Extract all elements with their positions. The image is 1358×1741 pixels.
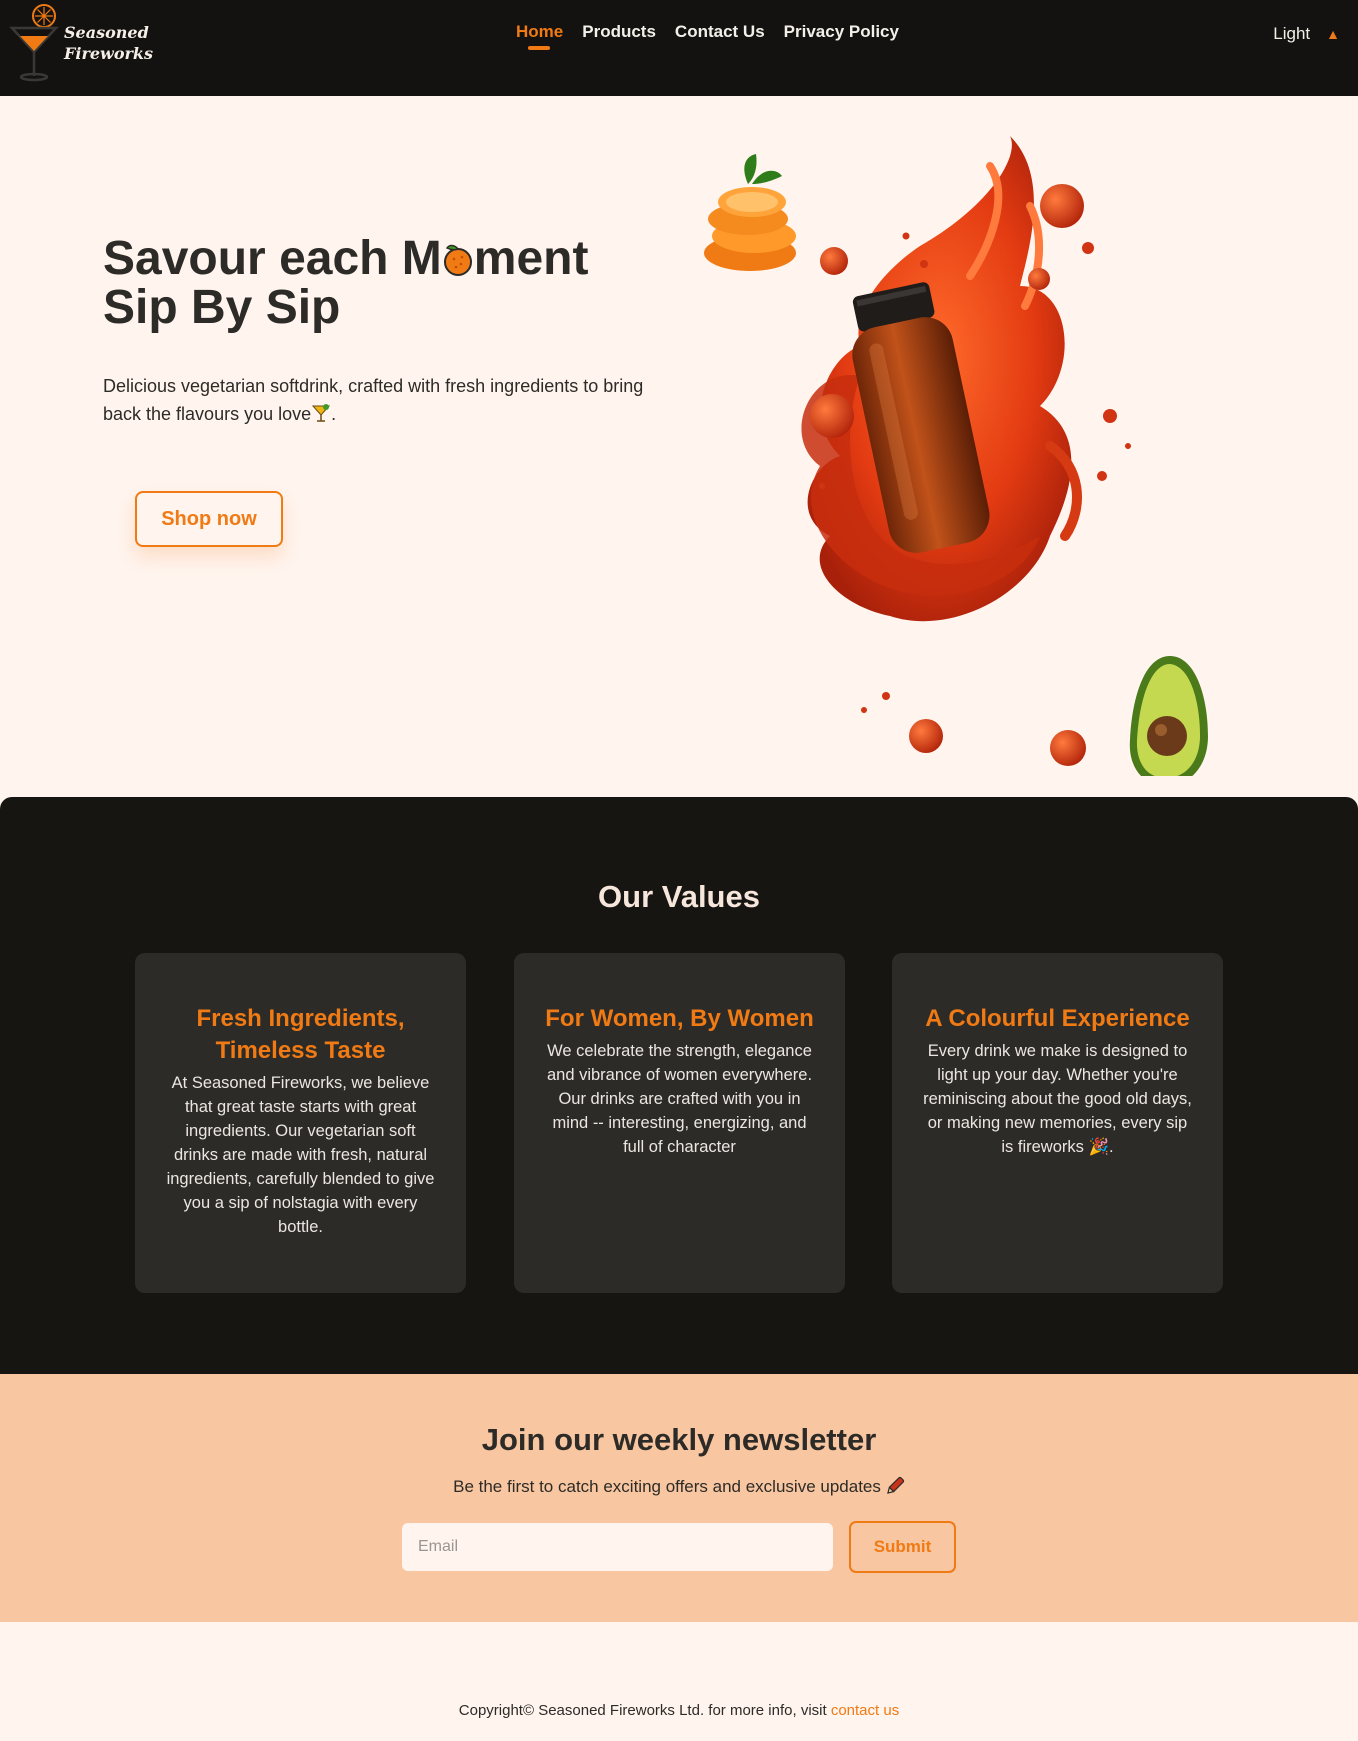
- brand-name: Seasoned Fireworks: [64, 22, 154, 64]
- hero-title: Savour each M ment Sip By Sip: [103, 234, 663, 332]
- value-card-title: A Colourful Experience: [925, 1005, 1190, 1032]
- brand-logo[interactable]: Seasoned Fireworks: [8, 4, 153, 82]
- orange-icon: [443, 244, 472, 276]
- cocktail-glass-logo-icon: [9, 4, 59, 82]
- brand-name-line2: Fireworks: [64, 44, 154, 63]
- hero-description-end: .: [331, 404, 337, 424]
- site-footer: Copyright© Seasoned Fireworks Ltd. for m…: [0, 1622, 1358, 1741]
- footer-copyright-text: Copyright© Seasoned Fireworks Ltd. for m…: [458, 1702, 827, 1719]
- nav-item-privacy-policy[interactable]: Privacy Policy: [784, 22, 899, 42]
- value-card-text: At Seasoned Fireworks, we believe that g…: [166, 1074, 435, 1236]
- value-card-text: Every drink we make is designed to light…: [923, 1042, 1192, 1156]
- submit-button[interactable]: Submit: [849, 1521, 956, 1573]
- nav-item-home[interactable]: Home: [516, 22, 563, 50]
- hero-description-text: Delicious vegetarian softdrink, crafted …: [103, 376, 644, 424]
- value-card-text: We celebrate the strength, elegance and …: [546, 1042, 813, 1156]
- hero-section: Savour each M ment Sip By Sip Delicious …: [0, 96, 1358, 796]
- brand-name-line1: Seasoned: [64, 23, 149, 42]
- footer-contact-link[interactable]: contact us: [831, 1702, 899, 1719]
- hero-title-part2: ment: [473, 232, 589, 285]
- juice-splash-illustration: [704, 136, 1208, 776]
- hero-title-part1: Savour each M: [103, 232, 442, 285]
- theme-toggle[interactable]: Light ▲: [1273, 24, 1340, 44]
- theme-label: Light: [1273, 24, 1311, 43]
- avocado: [1129, 656, 1208, 776]
- hero-description: Delicious vegetarian softdrink, crafted …: [103, 372, 663, 428]
- newsletter-subtitle: Be the first to catch exciting offers an…: [0, 1476, 1358, 1497]
- cocktail-icon: [312, 404, 331, 422]
- caret-up-icon: ▲: [1326, 26, 1340, 42]
- footer-copyright: Copyright© Seasoned Fireworks Ltd. for m…: [0, 1702, 1358, 1719]
- nav-item-contact-us[interactable]: Contact Us: [675, 22, 765, 42]
- values-title: Our Values: [598, 879, 760, 914]
- pen-icon: [886, 1476, 905, 1494]
- value-card-fresh-ingredients: Fresh Ingredients, Timeless Taste At Sea…: [135, 953, 466, 1293]
- shop-now-button[interactable]: Shop now: [135, 491, 283, 547]
- newsletter-section: Join our weekly newsletter Be the first …: [0, 1374, 1358, 1622]
- newsletter-title: Join our weekly newsletter: [481, 1422, 877, 1457]
- value-card-colourful-experience: A Colourful Experience Every drink we ma…: [892, 953, 1223, 1293]
- nav-item-products[interactable]: Products: [582, 22, 656, 42]
- values-section: Our Values Fresh Ingredients, Timeless T…: [0, 797, 1358, 1374]
- main-nav: Home Products Contact Us Privacy Policy: [516, 22, 899, 50]
- value-card-title: Fresh Ingredients, Timeless Taste: [196, 1005, 405, 1064]
- newsletter-subtitle-text: Be the first to catch exciting offers an…: [453, 1477, 881, 1496]
- value-card-for-women: For Women, By Women We celebrate the str…: [514, 953, 845, 1293]
- site-header: Seasoned Fireworks Home Products Contact…: [0, 0, 1358, 96]
- hero-title-line2: Sip By Sip: [103, 281, 341, 334]
- email-input[interactable]: [402, 1523, 833, 1571]
- value-card-title: For Women, By Women: [545, 1005, 814, 1032]
- orange-slices: [704, 154, 796, 271]
